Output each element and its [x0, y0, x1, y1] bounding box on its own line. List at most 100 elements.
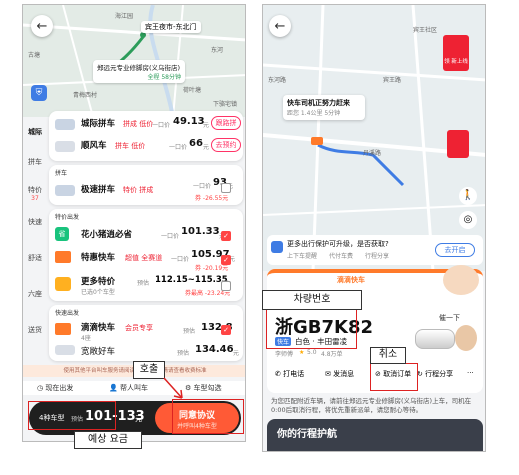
ride-name: 极速拼车: [81, 185, 116, 195]
car-select-label: 车型勾选: [193, 384, 222, 392]
select-checkbox[interactable]: [221, 183, 231, 193]
price-prefix: 预估: [137, 280, 150, 287]
select-checkbox-checked[interactable]: ✓: [221, 231, 231, 241]
price: 66: [189, 138, 203, 149]
car-marker-icon: [311, 137, 323, 145]
sidebar-badge: 37: [31, 195, 39, 202]
sidebar-item-delivery[interactable]: 送货: [23, 325, 47, 335]
car-icon: [55, 185, 75, 196]
protection-title: 你的行程护航: [277, 429, 337, 440]
call-for-others-option[interactable]: 👤 帮人叫车: [109, 383, 148, 393]
promo-avatar: [443, 265, 479, 295]
sidebar-item-fast[interactable]: 快速: [23, 217, 47, 227]
annotation-box-cancel: [370, 363, 418, 391]
upgrade-option: 行程分享: [365, 253, 390, 260]
message-driver-button[interactable]: ✉ 发消息: [325, 369, 354, 379]
ride-name: 顺风车: [81, 141, 107, 151]
driver-map[interactable]: ← 宾王社区 宾王路 东河路 丹溪路 领 新上线 快车司机正努力赶来 距您 1.…: [263, 5, 485, 271]
section-title: 特价出发: [55, 214, 80, 221]
driver-name: 李师傅: [275, 351, 294, 358]
person-icon: 👤: [109, 384, 120, 392]
select-checkbox-checked[interactable]: ✓: [221, 325, 231, 335]
map-road-label: 丹溪路: [363, 150, 382, 157]
call-for-others-label: 帮人叫车: [119, 384, 148, 392]
select-checkbox[interactable]: [221, 281, 231, 291]
car-select-option[interactable]: ⚙ 车型勾选: [185, 383, 222, 393]
driver-orders: 4.8万单: [321, 351, 343, 358]
map-place-label: 荷叶塘: [183, 87, 202, 94]
ride-tag: 拼成 低价: [123, 120, 154, 128]
trip-protection-card: 你的行程护航: [267, 419, 483, 451]
map-place-label: 宾王社区: [413, 27, 438, 34]
car-photo: [415, 329, 455, 349]
share-trip-button[interactable]: ↻ 行程分享: [417, 369, 453, 379]
destination-label: 宾王夜市-东北门: [141, 21, 201, 33]
route-map[interactable]: ← 海江园 东河 古塘 青梅西村 荷叶塘 下骆宅镇 宾王夜市-东北门 郑远元专业…: [23, 5, 245, 117]
map-road-label: 宾王路: [383, 77, 402, 84]
sidebar-item-special[interactable]: 特价: [23, 185, 47, 195]
share-label: 行程分享: [425, 370, 454, 378]
locate-icon[interactable]: ◎: [459, 211, 477, 229]
follow-route-button[interactable]: 跟路拼: [211, 116, 241, 130]
call-driver-button[interactable]: ✆ 打电话: [275, 369, 304, 379]
upgrade-option: 上下车提醒: [287, 253, 318, 260]
discount: 券 -26.55元: [195, 195, 229, 202]
price-prefix: 一口价: [171, 256, 190, 263]
driver-rating: 5.0: [307, 349, 317, 356]
sidebar-item-intercity[interactable]: 城际: [23, 127, 47, 137]
intercity-card: 城际拼车 拼成 低价 一口价 49.13 元 跟路拼 顺风车 拼车 低价 一口价…: [49, 111, 243, 161]
ride-tag: 超值 全赛道: [125, 254, 163, 262]
price: 101.33: [181, 226, 220, 237]
fast-card: 快速出发 滴滴快车 会员专享 4座 预估 132.8 元 宽敞好车 预估 134…: [49, 305, 243, 361]
ride-name: 特惠快车: [81, 253, 116, 263]
ride-tag: 拼车 低价: [115, 142, 146, 150]
upgrade-title: 更多出行保护可升级，是否获取?: [287, 240, 389, 248]
promo-badge[interactable]: 领 新上线: [444, 57, 468, 65]
pig-logo-icon: 省: [55, 227, 69, 241]
price: 134.46: [195, 344, 234, 355]
price-unit: 元: [203, 122, 210, 129]
driver-status: 快车司机正努力赶来: [287, 99, 350, 107]
car-icon: [55, 141, 75, 152]
ride-name: 宽敞好车: [81, 347, 116, 357]
back-button[interactable]: ←: [269, 15, 291, 37]
price-prefix: 预估: [177, 350, 190, 357]
driver-status-callout: 快车司机正努力赶来 距您 1.4公里 5分钟: [283, 95, 365, 120]
ride-tag: 会员专享: [125, 324, 153, 332]
ride-sub: 4座: [81, 335, 91, 342]
map-place-label: 东河: [211, 47, 224, 54]
urge-button[interactable]: 催一下: [439, 313, 460, 323]
depart-now-option[interactable]: ◷ 现在出发: [37, 383, 73, 393]
driver-map-drawing: [263, 5, 485, 271]
sidebar-item-six-seat[interactable]: 六座: [23, 289, 47, 299]
section-title: 拼车: [55, 170, 68, 177]
options-row: ◷ 现在出发 👤 帮人叫车 ⚙ 车型勾选: [23, 381, 245, 395]
car-icon: [55, 119, 75, 130]
annotation-label-plate: 차량번호: [262, 290, 362, 310]
service-brand: 滴滴快车: [337, 276, 365, 284]
select-checkbox-checked[interactable]: ✓: [221, 255, 231, 265]
price-unit: 元: [203, 144, 210, 151]
share-icon: ↻: [417, 370, 426, 378]
annotation-box-fare: [28, 401, 116, 430]
reserve-button[interactable]: 去预约: [211, 138, 241, 152]
shield-icon[interactable]: ⛨: [31, 85, 47, 101]
map-road-label: 东河路: [268, 77, 287, 84]
sidebar-item-carpool[interactable]: 拼车: [23, 157, 47, 167]
enable-button[interactable]: 去开启: [435, 243, 475, 257]
origin-callout[interactable]: 郑远元专业修脚房(义乌街店) 全程 58分钟: [93, 60, 185, 83]
walk-icon[interactable]: 🚶: [459, 187, 477, 205]
origin-eta: 全程 58分钟: [147, 74, 181, 81]
ride-name: 城际拼车: [81, 119, 116, 129]
special-card: 特价出发 省 花小猪逍必省 一口价 101.33 元 特惠快车 超值 全赛道 一…: [49, 209, 243, 301]
price-prefix: 一口价: [193, 183, 212, 190]
driver-distance: 距您 1.4公里 5分钟: [287, 110, 341, 117]
driver-avatar: [455, 325, 477, 351]
back-button[interactable]: ←: [31, 15, 53, 37]
more-button[interactable]: ···: [467, 369, 474, 377]
sidebar-item-comfort[interactable]: 舒适: [23, 253, 47, 263]
chat-icon: ✉: [325, 370, 334, 378]
message-label: 发消息: [333, 370, 355, 378]
star-icon: ★: [299, 349, 305, 356]
map-place-label: 海江园: [115, 13, 134, 20]
